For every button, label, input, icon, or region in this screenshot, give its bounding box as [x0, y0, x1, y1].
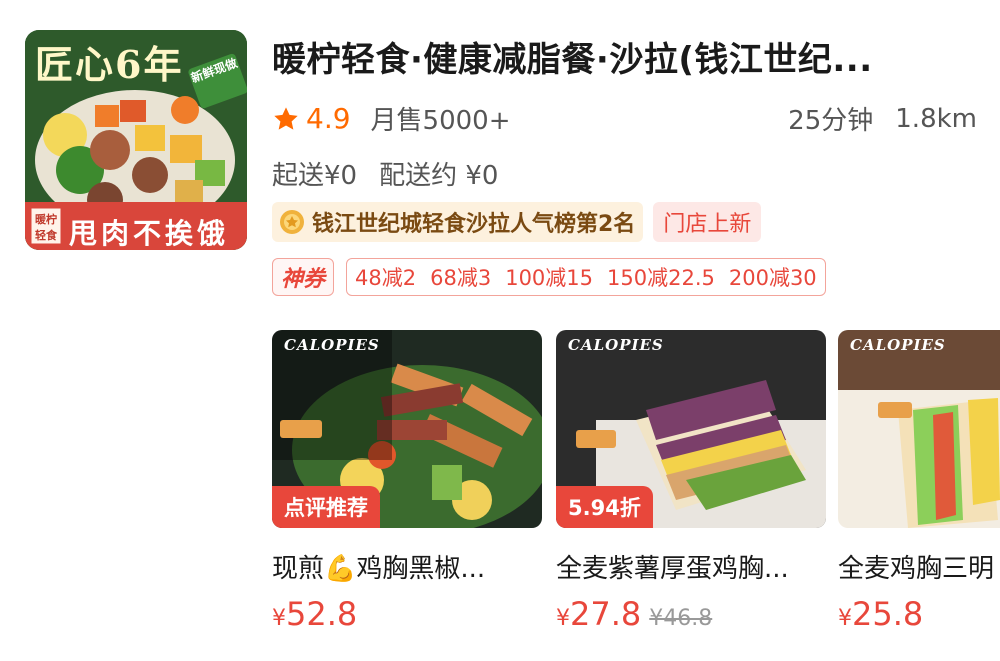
- coupon-item: 200减30: [728, 266, 817, 290]
- price-row: ¥52.8: [272, 595, 542, 633]
- dish-card[interactable]: CALOPIES 5.94折 全麦紫薯厚蛋鸡胸... ¥27.8 ¥46.8: [556, 330, 826, 633]
- price-row: ¥27.8 ¥46.8: [556, 595, 826, 633]
- dish-name[interactable]: 全麦紫薯厚蛋鸡胸...: [556, 548, 826, 585]
- monthly-sales: 月售5000+: [370, 106, 511, 136]
- store-card[interactable]: 匠心6年 新鲜现做 甩肉不挨饿 暖柠轻食 暖柠轻食·健康减脂餐·沙拉(钱江世纪.…: [0, 0, 1000, 661]
- original-price: ¥46.8: [649, 606, 713, 631]
- dish-brand: CALOPIES: [284, 336, 380, 354]
- dish-price: ¥25.8: [838, 595, 924, 630]
- rank-row: 钱江世纪城轻食沙拉人气榜第2名 门店上新: [272, 202, 762, 242]
- dish-image[interactable]: CALOPIES 5.94折: [556, 330, 826, 528]
- dish-price: ¥27.8: [556, 595, 642, 633]
- fee-row: 起送¥0 配送约 ¥0: [272, 155, 520, 192]
- coupon-row[interactable]: 神券 48减2 68减3 100减15 150减22.5 200减30: [272, 258, 826, 296]
- dish-brand: CALOPIES: [568, 336, 664, 354]
- coupon-item: 48减2: [355, 266, 417, 290]
- dish-card[interactable]: CALOPIES 全麦鸡胸三明 ¥25.8: [838, 330, 1000, 630]
- dish-image[interactable]: CALOPIES: [838, 330, 1000, 528]
- medal-icon: [280, 210, 304, 234]
- dish-brand: CALOPIES: [850, 336, 946, 354]
- discount-tag: 5.94折: [556, 486, 653, 528]
- store-logo[interactable]: 匠心6年 新鲜现做 甩肉不挨饿 暖柠轻食: [25, 30, 247, 250]
- store-name[interactable]: 暖柠轻食·健康减脂餐·沙拉(钱江世纪...: [272, 32, 972, 81]
- dish-name[interactable]: 全麦鸡胸三明: [838, 548, 1000, 585]
- logo-title: 匠心6年: [35, 42, 184, 87]
- min-order: 起送¥0: [272, 161, 358, 191]
- logo-slogan: 甩肉不挨饿: [69, 217, 230, 250]
- star-icon: [274, 106, 298, 130]
- dish-name[interactable]: 现煎💪鸡胸黑椒...: [272, 548, 542, 585]
- dish-tag: 点评推荐: [272, 486, 380, 528]
- delivery-fee: 配送约 ¥0: [379, 161, 499, 191]
- coupon-item: 68减3: [430, 266, 492, 290]
- rating-row: 4.9 月售5000+ 25分钟 1.8km: [272, 100, 977, 137]
- price-row: ¥25.8: [838, 595, 1000, 630]
- rank-text: 钱江世纪城轻食沙拉人气榜第2名: [312, 212, 636, 237]
- distance: 1.8km: [895, 103, 977, 134]
- new-items-tag: 门店上新: [653, 202, 762, 242]
- store-rating: 4.9: [306, 102, 351, 135]
- shenquan-label: 神券: [272, 258, 335, 296]
- dish-price: ¥52.8: [272, 595, 358, 633]
- rank-badge[interactable]: 钱江世纪城轻食沙拉人气榜第2名: [272, 202, 644, 242]
- coupon-item: 150减22.5: [607, 266, 715, 290]
- dish-image[interactable]: CALOPIES 点评推荐: [272, 330, 542, 528]
- dish-card[interactable]: CALOPIES 点评推荐 现煎💪鸡胸黑椒... ¥52.8: [272, 330, 542, 633]
- logo-brand: 暖柠轻食: [35, 213, 57, 242]
- delivery-time: 25分钟: [788, 106, 874, 136]
- coupon-item: 100减15: [505, 266, 594, 290]
- coupon-list[interactable]: 48减2 68减3 100减15 150减22.5 200减30: [346, 258, 826, 296]
